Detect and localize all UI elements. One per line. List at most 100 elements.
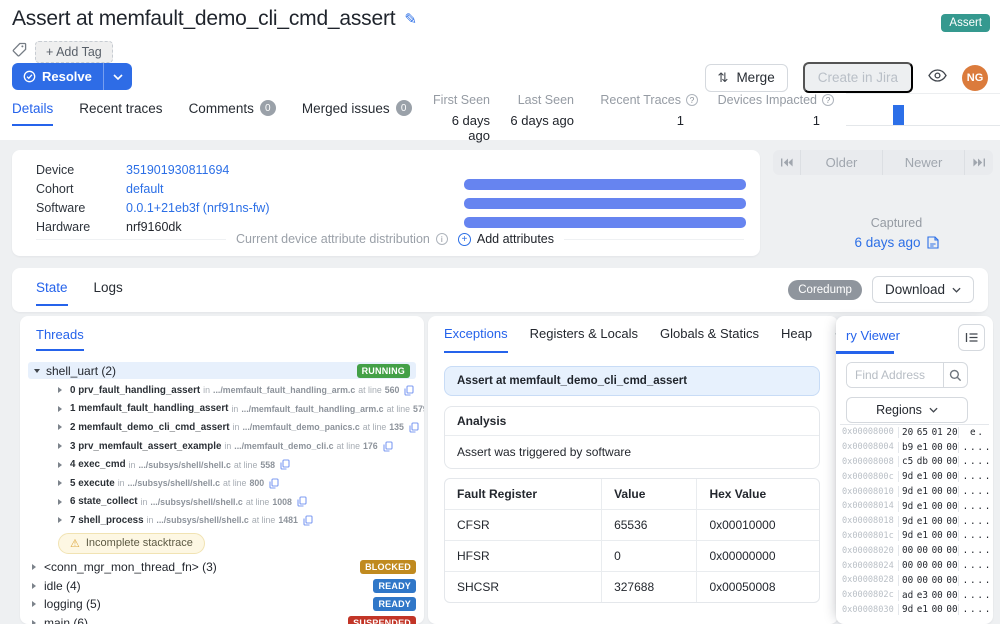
comments-count-badge: 0 (260, 100, 276, 116)
cohort-link[interactable]: default (126, 182, 164, 196)
memory-ascii: e. (958, 427, 993, 438)
memory-hex-bytes: 00 00 00 00 (898, 545, 958, 556)
copy-address-icon[interactable] (404, 385, 414, 396)
tab-merged-issues[interactable]: Merged issues 0 (302, 100, 412, 126)
copy-address-icon[interactable] (409, 422, 419, 433)
stack-frame-row[interactable]: 1 memfault_fault_handling_assert in .../… (20, 400, 424, 419)
resolve-split-button[interactable]: Resolve (12, 63, 132, 90)
threads-panel: Threads shell_uart (2) RUNNING 0 prv_fau… (20, 316, 424, 624)
watch-eye-icon[interactable] (928, 69, 947, 87)
caret-right-icon[interactable] (58, 462, 62, 468)
memory-hex-table[interactable]: 0x00008000 20 65 01 20 e. 0x00008004 b9 … (840, 424, 989, 617)
caret-right-icon[interactable] (32, 564, 36, 570)
merge-button[interactable]: ⇅ Merge (705, 64, 788, 92)
stat-first-seen: First Seen 6 days ago (430, 93, 490, 143)
other-threads: <conn_mgr_mon_thread_fn> (3) BLOCKED idl… (20, 558, 424, 624)
analysis-box: Analysis Assert was triggered by softwar… (444, 406, 820, 469)
plus-circle-icon: + (458, 233, 471, 246)
thread-row-shell-uart[interactable]: shell_uart (2) RUNNING (28, 362, 416, 379)
avatar[interactable]: NG (962, 65, 988, 91)
panel-toggle-button[interactable] (958, 324, 985, 351)
tab-heap[interactable]: Heap (781, 326, 812, 353)
memory-row: 0x00008014 9d e1 00 00 .... (840, 499, 989, 514)
first-trace-button[interactable] (773, 150, 801, 175)
tab-comments[interactable]: Comments 0 (189, 100, 276, 126)
attribute-distribution-bars (464, 179, 746, 236)
tab-registers-locals[interactable]: Registers & Locals (530, 326, 638, 353)
tab-state[interactable]: State (36, 280, 68, 306)
memory-hex-bytes: b9 e1 00 00 (898, 442, 958, 453)
newer-button[interactable]: Newer (883, 150, 965, 175)
captured-trace-link[interactable]: 6 days ago (800, 235, 993, 250)
devices-impacted-help-icon[interactable]: ? (822, 94, 834, 106)
memory-hex-bytes: 00 00 00 00 (898, 575, 958, 586)
fault-table-row: CFSR 65536 0x00010000 (445, 510, 819, 541)
edit-title-icon[interactable]: ✎ (404, 10, 417, 28)
merge-arrows-icon: ⇅ (718, 70, 729, 86)
threads-title[interactable]: Threads (36, 327, 84, 351)
create-in-jira-button[interactable]: Create in Jira (803, 62, 913, 93)
copy-address-icon[interactable] (297, 496, 307, 507)
divider (36, 239, 226, 240)
trace-pager: Older Newer (773, 150, 993, 175)
tab-details[interactable]: Details (12, 101, 53, 126)
captured-label: Captured (800, 216, 993, 230)
caret-right-icon[interactable] (32, 620, 36, 624)
regions-dropdown[interactable]: Regions (846, 397, 968, 423)
add-attributes-button[interactable]: + Add attributes (458, 232, 554, 246)
stack-frame-row[interactable]: 0 prv_fault_handling_assert in .../memfa… (20, 381, 424, 400)
stack-frame-row[interactable]: 3 prv_memfault_assert_example in .../mem… (20, 437, 424, 456)
memory-address: 0x0000802c (840, 590, 898, 600)
caret-right-icon[interactable] (58, 424, 62, 430)
thread-row[interactable]: logging (5) READY (20, 595, 424, 614)
tab-logs[interactable]: Logs (94, 280, 123, 306)
caret-down-icon[interactable] (34, 369, 40, 373)
distribution-info-icon[interactable]: i (436, 233, 448, 245)
device-card: Device 351901930811694 Cohort default So… (12, 150, 760, 256)
stack-frame-row[interactable]: 7 shell_process in .../subsys/shell/shel… (20, 511, 424, 530)
caret-right-icon[interactable] (58, 406, 62, 412)
caret-right-icon[interactable] (32, 583, 36, 589)
caret-right-icon[interactable] (32, 601, 36, 607)
software-link[interactable]: 0.0.1+21eb3f (nrf91ns-fw) (126, 201, 270, 215)
memory-address: 0x00008018 (840, 516, 898, 526)
copy-address-icon[interactable] (303, 515, 313, 526)
copy-address-icon[interactable] (269, 478, 279, 489)
tab-globals-statics[interactable]: Globals & Statics (660, 326, 759, 353)
copy-address-icon[interactable] (280, 459, 290, 470)
download-button[interactable]: Download (872, 276, 974, 303)
memory-row: 0x0000800c 9d e1 00 00 .... (840, 469, 989, 484)
coredump-badge: Coredump (788, 280, 862, 300)
resolve-button[interactable]: Resolve (12, 63, 104, 90)
tab-recent-traces[interactable]: Recent traces (79, 101, 162, 126)
recent-traces-help-icon[interactable]: ? (686, 94, 698, 106)
caret-right-icon[interactable] (58, 517, 62, 523)
thread-row[interactable]: idle (4) READY (20, 576, 424, 595)
caret-right-icon[interactable] (58, 387, 62, 393)
stack-frame-row[interactable]: 6 state_collect in .../subsys/shell/shel… (20, 493, 424, 512)
caret-right-icon[interactable] (58, 499, 62, 505)
tab-exceptions[interactable]: Exceptions (444, 326, 508, 353)
thread-row[interactable]: main (6) SUSPENDED (20, 613, 424, 624)
find-address-group (846, 362, 968, 388)
stack-frame-row[interactable]: 4 exec_cmd in .../subsys/shell/shell.c a… (20, 455, 424, 474)
last-trace-button[interactable] (965, 150, 993, 175)
stack-frame-row[interactable]: 2 memfault_demo_cli_cmd_assert in .../me… (20, 418, 424, 437)
caret-right-icon[interactable] (58, 480, 62, 486)
find-address-input[interactable] (847, 363, 943, 387)
selected-exception-banner[interactable]: Assert at memfault_demo_cli_cmd_assert (444, 366, 820, 396)
thread-state-badge: RUNNING (357, 364, 410, 378)
older-button[interactable]: Older (801, 150, 883, 175)
device-row: Device 351901930811694 (36, 160, 270, 179)
thread-row[interactable]: <conn_mgr_mon_thread_fn> (3) BLOCKED (20, 558, 424, 577)
stack-frame-row[interactable]: 5 execute in .../subsys/shell/shell.c at… (20, 474, 424, 493)
resolve-dropdown-caret[interactable] (104, 63, 132, 90)
caret-right-icon[interactable] (58, 443, 62, 449)
search-button[interactable] (943, 363, 967, 387)
memory-viewer-title[interactable]: ry Viewer (846, 328, 900, 343)
copy-address-icon[interactable] (383, 441, 393, 452)
add-tag-button[interactable]: + Add Tag (35, 41, 113, 63)
memory-hex-bytes: 20 65 01 20 (898, 427, 958, 438)
device-link[interactable]: 351901930811694 (126, 163, 229, 177)
analysis-title: Analysis (445, 407, 819, 436)
